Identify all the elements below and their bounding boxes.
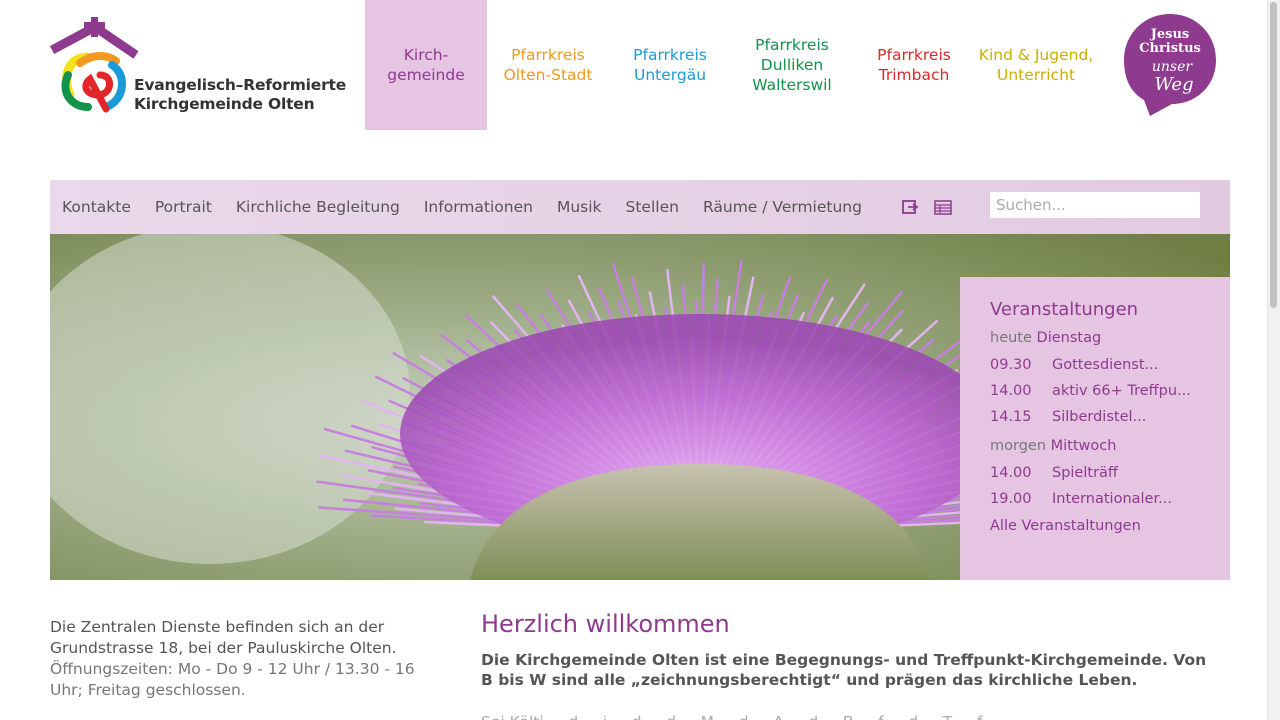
- logo-text-line2: Kirchgemeinde Olten: [134, 95, 315, 113]
- speech-bubble-icon: Jesus Christus unser Weg: [1124, 14, 1216, 116]
- day-name: Dienstag: [1036, 330, 1102, 346]
- event-item[interactable]: 14.15 Silberdistel...: [990, 404, 1200, 430]
- logo-text-line1: Evangelisch–Reformierte: [134, 76, 347, 94]
- badge-line1: Jesus: [1150, 27, 1190, 42]
- topnav-trimbach[interactable]: Pfarrkreis Trimbach: [853, 0, 975, 130]
- events-title: Veranstaltungen: [990, 299, 1139, 320]
- menu-stellen[interactable]: Stellen: [626, 198, 679, 216]
- event-time: 09.30: [990, 357, 1032, 373]
- menu-musik[interactable]: Musik: [557, 198, 602, 216]
- event-name: Internationaler...: [1052, 491, 1172, 507]
- jesus-christus-badge[interactable]: Jesus Christus unser Weg: [1120, 12, 1220, 118]
- page: Evangelisch–Reformierte Kirchgemeinde Ol…: [0, 0, 1268, 720]
- event-time: 14.00: [990, 465, 1032, 481]
- table-icon[interactable]: [933, 197, 953, 217]
- event-time: 14.15: [990, 409, 1032, 425]
- event-time: 14.00: [990, 383, 1032, 399]
- event-item[interactable]: 09.30 Gottesdienst...: [990, 352, 1200, 378]
- topnav-label: Pfarrkreis Trimbach: [877, 46, 951, 84]
- info-sidebar: Die Zentralen Dienste befinden sich an d…: [50, 617, 450, 701]
- logo-mark-icon: [49, 17, 139, 113]
- scrollbar-thumb[interactable]: [1270, 2, 1277, 308]
- menu-kontakte[interactable]: Kontakte: [62, 198, 131, 216]
- event-name: Silberdistel...: [1052, 409, 1147, 425]
- topnav-label: Pfarrkreis Untergäu: [633, 46, 707, 84]
- topnav-olten-stadt[interactable]: Pfarrkreis Olten-Stadt: [487, 0, 609, 130]
- day-prefix: morgen: [990, 438, 1047, 454]
- topnav-label: Kirch-gemeinde: [387, 46, 465, 84]
- logo-text: Evangelisch–Reformierte Kirchgemeinde Ol…: [134, 76, 346, 114]
- topnav-untergaeu[interactable]: Pfarrkreis Untergäu: [609, 0, 731, 130]
- office-location-text: Die Zentralen Dienste befinden sich an d…: [50, 618, 397, 657]
- page-scrollbar[interactable]: [1267, 0, 1280, 720]
- event-item[interactable]: 14.00 Spielträff: [990, 460, 1200, 486]
- topnav-kind-jugend[interactable]: Kind & Jugend, Unterricht: [975, 0, 1097, 130]
- badge-line4: Weg: [1154, 74, 1193, 95]
- day-name: Mittwoch: [1050, 438, 1117, 454]
- search-input[interactable]: Suchen...: [990, 192, 1200, 218]
- topnav-label: Kind & Jugend, Unterricht: [978, 46, 1094, 84]
- top-navigation: Kirch-gemeinde Pfarrkreis Olten-Stadt Pfa…: [365, 0, 1097, 130]
- opening-hours-text: Öffnungszeiten: Mo - Do 9 - 12 Uhr / 13.…: [50, 660, 415, 699]
- main-menubar: Kontakte Portrait Kirchliche Begleitung …: [50, 180, 1230, 234]
- event-time: 19.00: [990, 491, 1032, 507]
- menu-portrait[interactable]: Portrait: [155, 198, 212, 216]
- login-icon[interactable]: [900, 197, 920, 217]
- main-menu: Kontakte Portrait Kirchliche Begleitung …: [62, 180, 886, 234]
- cut-off-paragraph: Sei Kälti ... d ... i ... d ... d ... M …: [481, 712, 1221, 720]
- events-day-tomorrow: morgen Mittwoch: [990, 438, 1200, 454]
- menu-kirchliche-begleitung[interactable]: Kirchliche Begleitung: [236, 198, 400, 216]
- page-title: Herzlich willkommen: [481, 610, 730, 638]
- site-logo[interactable]: Evangelisch–Reformierte Kirchgemeinde Ol…: [49, 15, 360, 115]
- topnav-kirchgemeinde[interactable]: Kirch-gemeinde: [365, 0, 487, 130]
- event-name: Gottesdienst...: [1052, 357, 1159, 373]
- topnav-label: Pfarrkreis Dulliken Walterswil: [752, 36, 832, 94]
- events-day-today: heute Dienstag: [990, 330, 1200, 346]
- event-item[interactable]: 14.00 aktiv 66+ Treffpu...: [990, 378, 1200, 404]
- all-events-link[interactable]: Alle Veranstaltungen: [990, 518, 1200, 534]
- badge-line2: Christus: [1139, 41, 1201, 56]
- event-item[interactable]: 19.00 Internationaler...: [990, 486, 1200, 512]
- menu-raeume-vermietung[interactable]: Räume / Vermietung: [703, 198, 862, 216]
- topnav-dulliken-walterswil[interactable]: Pfarrkreis Dulliken Walterswil: [731, 0, 853, 130]
- events-panel: Veranstaltungen heute Dienstag 09.30 Gott…: [960, 277, 1230, 580]
- menu-informationen[interactable]: Informationen: [424, 198, 533, 216]
- topnav-label: Pfarrkreis Olten-Stadt: [503, 46, 593, 84]
- event-name: Spielträff: [1052, 465, 1118, 481]
- day-prefix: heute: [990, 330, 1032, 346]
- intro-paragraph: Die Kirchgemeinde Olten ist eine Begegnu…: [481, 651, 1207, 689]
- event-name: aktiv 66+ Treffpu...: [1052, 383, 1191, 399]
- main-content: Herzlich willkommen Die Kirchgemeinde Ol…: [481, 610, 1221, 720]
- badge-line3: unser: [1152, 59, 1194, 75]
